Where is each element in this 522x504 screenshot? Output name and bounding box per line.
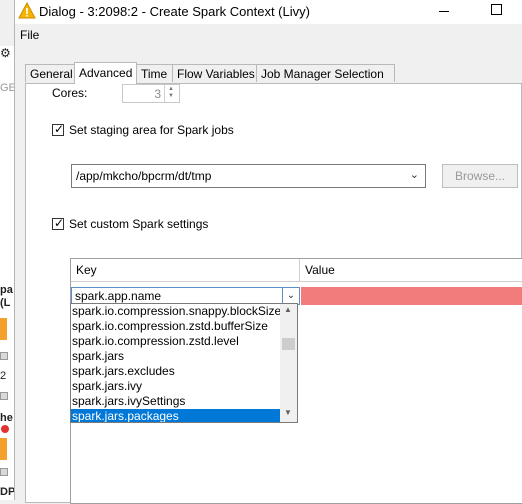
dropdown-option[interactable]: spark.jars.ivy — [71, 379, 281, 394]
tab-flow-variables[interactable]: Flow Variables — [172, 64, 257, 82]
bg-fragment: (L — [0, 297, 11, 309]
cores-value: 3 — [154, 87, 161, 101]
create-spark-context-dialog: Dialog - 3:2098:2 - Create Spark Context… — [14, 0, 522, 504]
check-icon: ✓ — [54, 216, 65, 230]
bg-error-dot — [1, 425, 9, 433]
bg-fragment: DP — [0, 486, 14, 498]
bg-port — [0, 352, 8, 360]
column-header-key[interactable]: Key — [71, 259, 300, 282]
bg-node — [0, 318, 7, 340]
scroll-up-icon[interactable]: ▲ — [284, 305, 292, 314]
cores-spinner[interactable]: 3 ▲ ▼ — [122, 84, 180, 103]
dropdown-scrollbar[interactable]: ▲ ▼ — [280, 304, 297, 422]
tab-advanced[interactable]: Advanced — [74, 62, 137, 84]
chevron-down-icon[interactable]: ⌄ — [410, 168, 419, 181]
browse-button[interactable]: Browse... — [442, 164, 518, 188]
maximize-button[interactable] — [485, 0, 515, 22]
bg-port — [0, 392, 8, 400]
menu-bar: File — [15, 24, 522, 46]
advanced-tab-panel: Cores: 3 ▲ ▼ ✓ Set staging area for Spar… — [25, 83, 522, 504]
staging-path-value: /app/mkcho/bpcrm/dt/tmp — [76, 169, 212, 183]
dropdown-option[interactable]: spark.io.compression.zstd.bufferSize — [71, 319, 281, 334]
custom-spark-settings-label: Set custom Spark settings — [69, 217, 209, 231]
chevron-down-icon[interactable]: ⌄ — [282, 288, 299, 304]
tab-job-manager-selection[interactable]: Job Manager Selection — [256, 64, 395, 82]
dropdown-option[interactable]: spark.jars — [71, 349, 281, 364]
bg-port — [0, 468, 8, 476]
key-dropdown-list[interactable]: spark.io.compression.snappy.blockSize sp… — [70, 303, 298, 423]
bg-fragment: pa — [0, 284, 13, 296]
title-bar[interactable]: Dialog - 3:2098:2 - Create Spark Context… — [15, 0, 522, 24]
staging-area-checkbox[interactable]: ✓ — [52, 122, 65, 136]
scroll-down-icon[interactable]: ▼ — [284, 408, 292, 417]
staging-area-label: Set staging area for Spark jobs — [69, 123, 234, 137]
custom-spark-settings-checkbox[interactable]: ✓ — [52, 216, 65, 230]
bg-node — [0, 438, 7, 460]
menu-file[interactable]: File — [20, 28, 39, 42]
bg-fragment: 2 — [0, 370, 7, 382]
cores-label: Cores: — [52, 86, 88, 100]
staging-path-combobox[interactable]: /app/mkcho/bpcrm/dt/tmp ⌄ — [71, 164, 426, 188]
key-cell-value: spark.app.name — [75, 289, 162, 303]
check-icon: ✓ — [54, 122, 65, 136]
scrollbar-thumb[interactable] — [282, 338, 295, 350]
warning-icon — [18, 2, 36, 19]
window-title: Dialog - 3:2098:2 - Create Spark Context… — [39, 4, 310, 19]
dropdown-option-selected[interactable]: spark.jars.packages — [71, 409, 281, 422]
background-workflow-canvas: ⚙ GE pa (L 2 he DP — [0, 0, 14, 500]
spinner-down-icon[interactable]: ▼ — [168, 93, 174, 100]
bg-fragment: GE — [0, 82, 14, 94]
dropdown-option[interactable]: spark.jars.excludes — [71, 364, 281, 379]
dropdown-option[interactable]: spark.jars.ivySettings — [71, 394, 281, 409]
bg-fragment: he — [0, 412, 13, 424]
minimize-button[interactable] — [429, 0, 459, 22]
dropdown-option[interactable]: spark.io.compression.snappy.blockSize — [71, 304, 281, 319]
tab-time[interactable]: Time — [136, 64, 173, 82]
column-header-value[interactable]: Value — [300, 259, 522, 282]
spinner-up-icon[interactable]: ▲ — [168, 86, 174, 93]
dropdown-option[interactable]: spark.io.compression.zstd.level — [71, 334, 281, 349]
tab-general[interactable]: General — [25, 64, 75, 82]
table-cell-value-invalid[interactable] — [301, 287, 522, 305]
